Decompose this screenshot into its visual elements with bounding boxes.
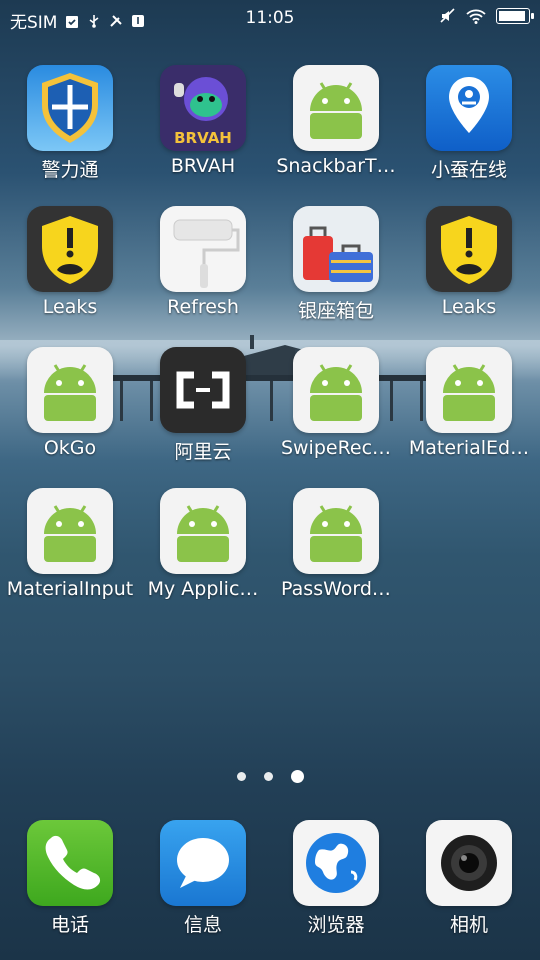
page-indicator[interactable] <box>0 770 540 783</box>
dock-browser[interactable]: 浏览器 <box>271 820 401 937</box>
leak-shield-icon <box>426 206 512 292</box>
phone-icon <box>27 820 113 906</box>
app-brvah[interactable]: BRVAH BRVAH <box>138 65 268 177</box>
app-label: 电话 <box>50 914 89 936</box>
app-label: MaterialEd… <box>408 437 530 459</box>
app-label: BRVAH <box>170 155 236 177</box>
app-label: My Applic… <box>147 578 259 600</box>
app-xiaocan[interactable]: 小蚕在线 <box>404 65 534 182</box>
page-dot[interactable] <box>236 772 246 781</box>
app-label: 信息 <box>183 914 222 936</box>
app-snackbar[interactable]: SnackbarT… <box>271 65 401 177</box>
app-materialinput[interactable]: MaterialInput <box>5 488 135 600</box>
luggage-icon <box>293 206 379 292</box>
wifi-icon <box>466 9 486 24</box>
app-password[interactable]: PassWord… <box>271 488 401 600</box>
app-label: 相机 <box>449 914 488 936</box>
app-label: 阿里云 <box>174 441 232 463</box>
app-label: 小蚕在线 <box>430 159 507 181</box>
dock-camera[interactable]: 相机 <box>404 820 534 937</box>
aliyun-icon <box>160 347 246 433</box>
app-myapplication[interactable]: My Applic… <box>138 488 268 600</box>
browser-globe-icon <box>293 820 379 906</box>
shield-plane-icon <box>27 65 113 151</box>
status-bar: 无SIM 11:05 <box>0 0 540 36</box>
gorilla-icon: BRVAH <box>160 65 246 151</box>
paint-roller-icon <box>160 206 246 292</box>
app-label: Leaks <box>441 296 497 318</box>
app-label: Refresh <box>167 296 239 318</box>
svg-text:BRVAH: BRVAH <box>174 129 232 147</box>
app-swiperec[interactable]: SwipeRec… <box>271 347 401 459</box>
battery-icon <box>496 8 534 24</box>
app-label: SnackbarT… <box>276 155 396 177</box>
app-leaks-1[interactable]: Leaks <box>5 206 135 318</box>
app-refresh[interactable]: Refresh <box>138 206 268 318</box>
android-icon <box>27 488 113 574</box>
app-leaks-2[interactable]: Leaks <box>404 206 534 318</box>
app-yinzuo[interactable]: 银座箱包 <box>271 206 401 323</box>
dock-phone[interactable]: 电话 <box>5 820 135 937</box>
android-icon <box>293 347 379 433</box>
app-label: OkGo <box>43 437 97 459</box>
message-icon <box>160 820 246 906</box>
dock-messages[interactable]: 信息 <box>138 820 268 937</box>
app-materialed[interactable]: MaterialEd… <box>404 347 534 459</box>
app-label: 浏览器 <box>307 914 365 936</box>
android-icon <box>293 488 379 574</box>
leak-shield-icon <box>27 206 113 292</box>
android-icon <box>293 65 379 151</box>
app-okgo[interactable]: OkGo <box>5 347 135 459</box>
app-label: PassWord… <box>281 578 391 600</box>
app-aliyun[interactable]: 阿里云 <box>138 347 268 464</box>
app-jingli[interactable]: 警力通 <box>5 65 135 182</box>
app-label: MaterialInput <box>6 578 134 600</box>
camera-icon <box>426 820 512 906</box>
page-dot-active[interactable] <box>290 770 304 783</box>
page-dot[interactable] <box>263 772 273 781</box>
android-icon <box>426 347 512 433</box>
app-label: Leaks <box>42 296 98 318</box>
app-label: 银座箱包 <box>297 300 374 322</box>
app-label: SwipeRec… <box>280 437 392 459</box>
android-icon <box>27 347 113 433</box>
app-label: 警力通 <box>41 159 99 181</box>
mute-icon <box>440 8 455 23</box>
android-icon <box>160 488 246 574</box>
pin-robot-icon <box>426 65 512 151</box>
